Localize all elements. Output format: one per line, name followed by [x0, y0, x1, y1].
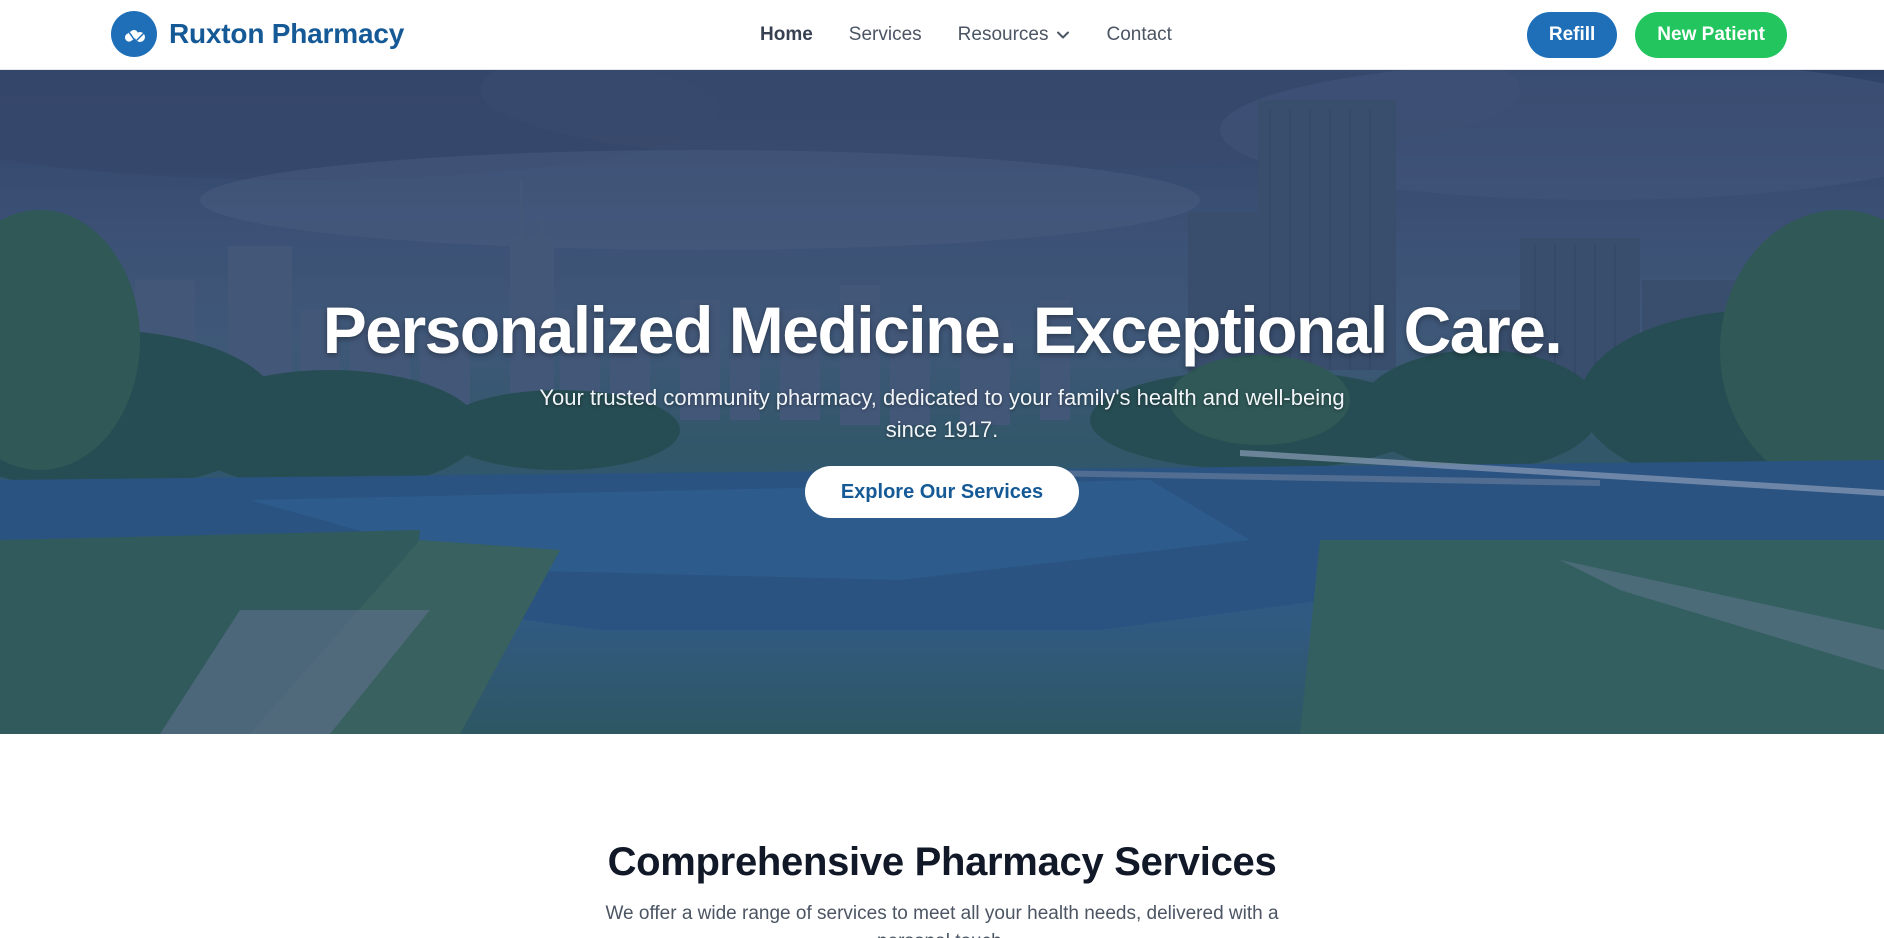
services-title: Comprehensive Pharmacy Services	[607, 840, 1277, 884]
nav-contact[interactable]: Contact	[1106, 24, 1171, 46]
header-actions: Refill New Patient	[1526, 12, 1787, 58]
brand-name: Ruxton Pharmacy	[169, 18, 405, 49]
nav-contact-label: Contact	[1106, 24, 1172, 45]
site-header: Ruxton Pharmacy Home Services Resources …	[0, 0, 1884, 70]
nav-resources-label: Resources	[957, 24, 1049, 45]
hero-content: Personalized Medicine. Exceptional Care.…	[0, 70, 1884, 734]
chevron-down-icon	[1056, 28, 1070, 42]
nav-services-label: Services	[848, 24, 922, 45]
main-nav: Home Services Resources Contact	[760, 0, 1208, 70]
hero-subtitle: Your trusted community pharmacy, dedicat…	[539, 385, 1345, 442]
new-patient-button[interactable]: New Patient	[1635, 12, 1787, 58]
hero-section: Personalized Medicine. Exceptional Care.…	[0, 70, 1884, 734]
nav-services[interactable]: Services	[849, 24, 922, 46]
services-description: We offer a wide range of services to mee…	[605, 903, 1279, 938]
nav-home[interactable]: Home	[760, 24, 813, 46]
refill-button[interactable]: Refill	[1526, 12, 1618, 58]
explore-services-button[interactable]: Explore Our Services	[804, 466, 1080, 518]
pills-icon	[111, 11, 157, 57]
nav-resources[interactable]: Resources	[958, 24, 1071, 46]
hero-title: Personalized Medicine. Exceptional Care.	[322, 293, 1563, 367]
brand-link[interactable]: Ruxton Pharmacy	[111, 11, 404, 57]
services-section: Comprehensive Pharmacy Services We offer…	[0, 734, 1884, 938]
nav-home-label: Home	[760, 24, 813, 45]
